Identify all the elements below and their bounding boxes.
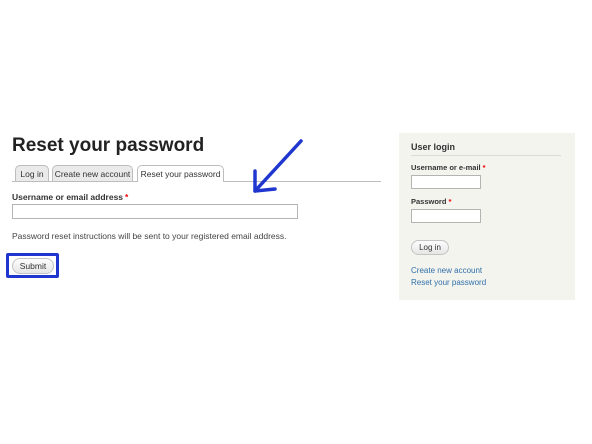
tab-bar: Log in Create new account Reset your pas… <box>12 165 381 182</box>
tab-log-in[interactable]: Log in <box>15 165 49 181</box>
reset-description: Password reset instructions will be sent… <box>12 231 287 241</box>
title-divider <box>411 155 561 156</box>
username-email-label-text: Username or email address <box>12 192 124 202</box>
sidebar-password-input[interactable] <box>411 209 481 223</box>
tab-reset-password[interactable]: Reset your password <box>137 165 224 182</box>
sidebar-username-input[interactable] <box>411 175 481 189</box>
annotation-arrow-icon <box>253 139 303 193</box>
submit-button[interactable]: Submit <box>12 258 54 274</box>
page-title: Reset your password <box>12 135 205 156</box>
sidebar-username-label-text: Username or e-mail <box>411 163 481 172</box>
required-marker: * <box>448 197 452 206</box>
sidebar-username-label: Username or e-mail * <box>411 163 486 172</box>
user-login-title: User login <box>411 142 456 152</box>
tab-create-new-account[interactable]: Create new account <box>52 165 133 181</box>
required-marker: * <box>125 192 129 202</box>
username-email-input[interactable] <box>12 204 298 219</box>
required-marker: * <box>482 163 486 172</box>
login-button[interactable]: Log in <box>411 240 449 255</box>
reset-password-link[interactable]: Reset your password <box>411 278 486 287</box>
create-account-link[interactable]: Create new account <box>411 266 482 275</box>
sidebar-password-label: Password * <box>411 197 451 206</box>
sidebar-password-label-text: Password <box>411 197 447 206</box>
user-login-block: User login Username or e-mail * Password *… <box>399 133 575 300</box>
username-email-label: Username or email address * <box>12 192 128 202</box>
